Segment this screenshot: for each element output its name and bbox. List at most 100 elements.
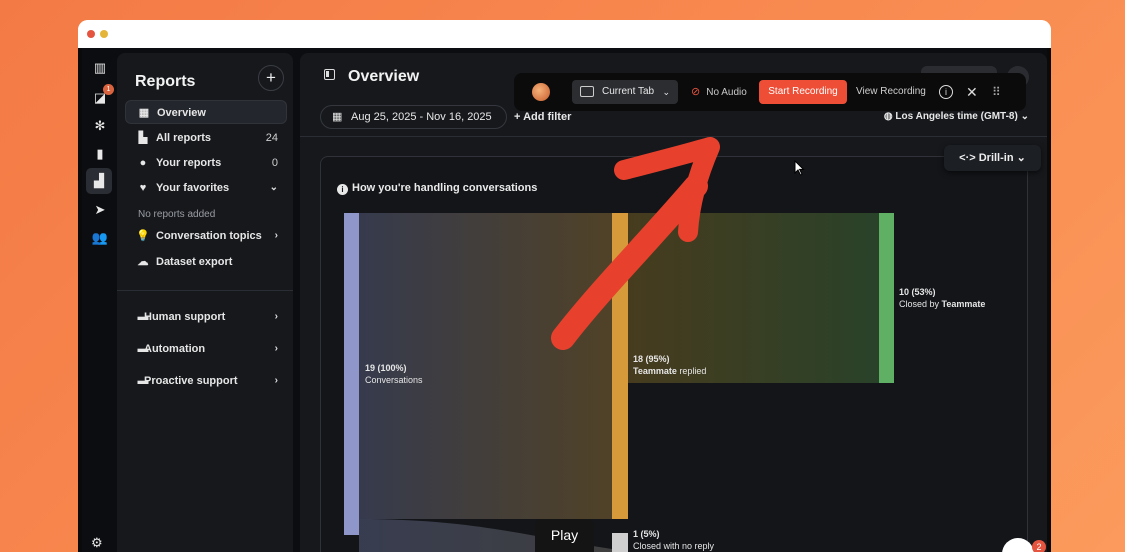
sankey-label-teammate-replied: 18 (95%) Teammate replied — [633, 353, 706, 377]
sidebar-item-your-favorites[interactable]: ♥ Your favorites ⌄ — [125, 176, 287, 200]
sidebar-folder-human-support[interactable]: ▬ Human support › — [125, 305, 287, 329]
fin-icon[interactable]: ✻ — [90, 116, 110, 136]
app-frame: ▥ ◪ 1 ✻ ▮ ▟ ➤ 👥 ⚙ Reports + ▦ Overview ▙ … — [78, 48, 1051, 552]
sankey-label-closed-by-teammate: 10 (53%) Closed by Teammate — [899, 286, 985, 310]
node-label: Closed with no reply — [633, 541, 715, 551]
reports-icon[interactable]: ▟ — [86, 168, 112, 194]
date-range-label: Aug 25, 2025 - Nov 16, 2025 — [351, 111, 492, 123]
close-icon[interactable]: ✕ — [966, 73, 978, 111]
drill-in-button[interactable]: <·> Drill-in ⌄ — [944, 145, 1041, 171]
drill-in-label: Drill-in — [978, 152, 1014, 164]
header-divider — [300, 136, 1047, 137]
node-label: replied — [676, 366, 707, 376]
main-panel: Overview ▦ Aug 25, 2025 - Nov 16, 2025 +… — [300, 53, 1047, 552]
view-recording-link[interactable]: View Recording — [856, 73, 926, 111]
chevron-right-icon: › — [274, 230, 278, 241]
node-label-bold: Teammate — [941, 299, 986, 309]
sidebar-item-label: Overview — [157, 107, 206, 119]
recorder-logo-icon — [532, 83, 550, 101]
sidebar-item-label: Automation — [144, 343, 206, 355]
sankey-node-closed-by-teammate[interactable] — [879, 213, 894, 383]
node-value: 18 (95%) — [633, 354, 670, 364]
audio-toggle[interactable]: ⊘ No Audio — [691, 73, 747, 112]
node-value: 10 (53%) — [899, 287, 936, 297]
sankey-node-conversations[interactable] — [344, 213, 359, 535]
close-window-dot[interactable] — [87, 30, 95, 38]
code-icon: <·> — [959, 152, 979, 164]
chat-badge: 2 — [1032, 540, 1046, 552]
sidebar-title: Reports — [135, 73, 196, 90]
window-titlebar — [78, 20, 1051, 48]
chevron-right-icon: › — [274, 343, 278, 354]
chevron-down-icon: ⌄ — [1013, 152, 1026, 164]
sidebar-folder-automation[interactable]: ▬ Automation › — [125, 337, 287, 361]
inbox-icon[interactable]: ◪ 1 — [90, 84, 114, 108]
sidebar-item-dataset-export[interactable]: ☁ Dataset export — [125, 250, 287, 274]
chevron-right-icon: › — [274, 375, 278, 386]
timezone-label: Los Angeles time (GMT-8) — [895, 111, 1018, 122]
start-recording-button[interactable]: Start Recording — [759, 80, 847, 104]
sidebar-item-label: Conversation topics — [156, 230, 262, 242]
node-value: 1 (5%) — [633, 529, 660, 539]
sidebar-folder-proactive-support[interactable]: ▬ Proactive support › — [125, 369, 287, 393]
add-report-button[interactable]: + — [258, 65, 284, 91]
sankey-label-closed-no-reply: 1 (5%) Closed with no reply — [633, 528, 714, 552]
page-title: Overview — [348, 68, 420, 85]
chevron-right-icon: › — [274, 311, 278, 322]
capture-source-label: Current Tab — [602, 86, 655, 97]
drag-handle-icon[interactable]: ⠿ — [992, 73, 1001, 111]
sidebar-divider — [117, 290, 293, 291]
globe-icon: ◍ — [883, 111, 896, 122]
sidebar-item-label: All reports — [156, 132, 212, 144]
node-label: Closed by — [899, 299, 942, 309]
sankey-label-conversations: 19 (100%) Conversations — [365, 362, 423, 386]
sankey-node-closed-no-reply[interactable] — [612, 533, 628, 552]
capture-source-select[interactable]: Current Tab ⌄ — [572, 80, 678, 104]
play-button[interactable]: Play — [535, 519, 594, 552]
browser-tab-icon — [580, 86, 594, 97]
chevron-down-icon: ⌄ — [1017, 111, 1029, 122]
sidebar-item-label: Your reports — [156, 157, 222, 169]
sidebar-item-label: Human support — [144, 311, 226, 323]
sidebar-item-count: 24 — [265, 132, 278, 144]
user-icon: ● — [139, 157, 147, 169]
mouse-cursor-icon — [794, 160, 805, 176]
sidebar-item-count: 0 — [271, 157, 278, 169]
node-value: 19 (100%) — [365, 363, 407, 373]
lightbulb-icon: 💡 — [136, 230, 150, 242]
knowledge-book-icon[interactable]: ▮ — [90, 144, 110, 164]
sankey-node-teammate-replied[interactable] — [612, 213, 628, 519]
chevron-down-icon: ⌄ — [269, 182, 278, 193]
icon-rail: ▥ ◪ 1 ✻ ▮ ▟ ➤ 👥 ⚙ — [82, 48, 117, 552]
chevron-down-icon: ⌄ — [662, 87, 670, 97]
settings-icon[interactable]: ⚙ — [91, 535, 103, 551]
sidebar-item-overview[interactable]: ▦ Overview — [125, 100, 287, 124]
cloud-icon: ☁ — [137, 256, 149, 268]
date-range-picker[interactable]: ▦ Aug 25, 2025 - Nov 16, 2025 — [320, 105, 507, 129]
inbox-badge: 1 — [103, 84, 114, 95]
node-label-bold: Teammate — [633, 366, 677, 376]
sidebar-item-label: Proactive support — [144, 375, 238, 387]
calendar-icon: ▦ — [332, 111, 343, 123]
outbound-icon[interactable]: ➤ — [90, 200, 110, 220]
contacts-icon[interactable]: 👥 — [90, 228, 110, 248]
intercom-logo-icon[interactable]: ▥ — [90, 58, 110, 78]
sidebar-item-conversation-topics[interactable]: 💡 Conversation topics › — [125, 224, 287, 248]
sidebar-item-all-reports[interactable]: ▙ All reports 24 — [125, 126, 287, 150]
toggle-sidebar-icon[interactable] — [324, 69, 335, 80]
grid-icon: ▦ — [138, 107, 150, 119]
audio-label: No Audio — [706, 87, 747, 98]
recording-toolbar: Current Tab ⌄ ⊘ No Audio Start Recording … — [514, 73, 1026, 111]
heart-icon: ♥ — [139, 182, 147, 194]
node-label: Conversations — [365, 375, 423, 385]
no-reports-note: No reports added — [138, 209, 216, 220]
info-icon[interactable]: i — [939, 85, 953, 99]
sidebar-item-your-reports[interactable]: ● Your reports 0 — [125, 151, 287, 175]
sidebar-item-label: Dataset export — [156, 256, 233, 268]
sidebar-item-label: Your favorites — [156, 182, 230, 194]
mic-off-icon: ⊘ — [691, 86, 701, 98]
bar-chart-icon: ▙ — [138, 132, 148, 144]
reports-sidebar: Reports + ▦ Overview ▙ All reports 24 ● … — [117, 53, 293, 552]
conversations-chart-card: i How you're handling conversations 19 (… — [320, 156, 1028, 552]
minimize-window-dot[interactable] — [100, 30, 108, 38]
